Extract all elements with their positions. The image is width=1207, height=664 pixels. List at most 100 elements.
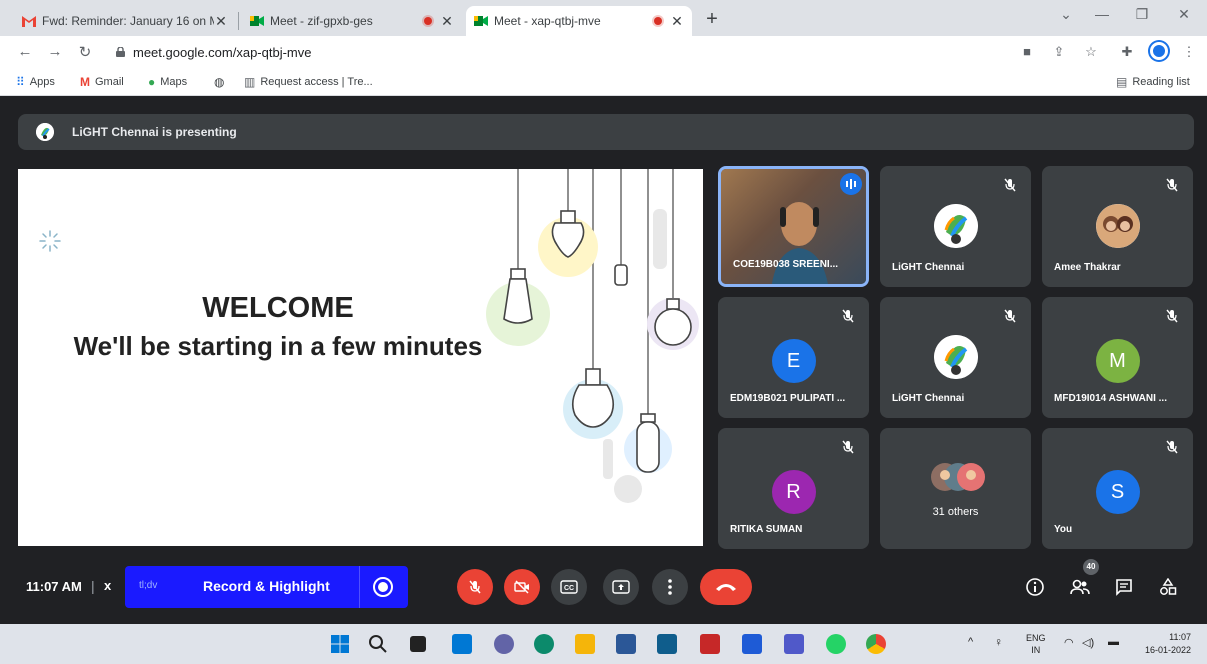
record-highlight-button[interactable]: Record & Highlight xyxy=(203,578,330,594)
bookmark-maps[interactable]: ● Maps xyxy=(148,75,187,89)
bookmark-label: Maps xyxy=(160,76,188,88)
bookmark-star-icon[interactable]: ☆ xyxy=(1082,44,1100,60)
others-tile[interactable]: 31 others xyxy=(880,428,1031,549)
bookmark-globe[interactable]: ◍ xyxy=(214,75,229,89)
mic-off-icon xyxy=(469,580,481,594)
lang-top: ENG xyxy=(1026,633,1046,643)
meeting-details-button[interactable] xyxy=(1023,575,1047,599)
apps-grid-icon: ⠿ xyxy=(16,75,25,89)
lock-icon xyxy=(116,47,125,57)
edge-icon[interactable] xyxy=(534,634,554,654)
back-arrow-icon[interactable]: ← xyxy=(16,43,34,60)
bookmarks-bar: ⠿ Apps M Gmail ● Maps ◍ ▥ Request access… xyxy=(0,68,1207,96)
sparkle-icon xyxy=(39,230,61,252)
cc-icon: CC xyxy=(560,580,578,594)
tab-title: Fwd: Reminder: January 16 on M xyxy=(42,14,214,28)
tray-overflow-icon[interactable]: ^ xyxy=(968,636,973,648)
participant-tile[interactable]: COE19B038 SREENI... xyxy=(718,166,869,287)
profile-avatar[interactable] xyxy=(1150,42,1168,60)
camera-toggle-button[interactable] xyxy=(504,569,540,605)
task-view-icon[interactable] xyxy=(410,636,426,652)
restore-button[interactable]: ❐ xyxy=(1130,6,1154,23)
present-button[interactable] xyxy=(603,569,639,605)
minimize-button[interactable]: — xyxy=(1090,6,1114,22)
svg-text:CC: CC xyxy=(564,585,574,592)
windows-taskbar: ^ ♀ ENG IN ◠ ◁) ▬ 11:07 16-01-2022 xyxy=(0,624,1207,664)
teams-chat-icon[interactable] xyxy=(494,634,514,654)
menu-kebab-icon[interactable]: ⋮ xyxy=(1180,44,1198,60)
tab-title: Meet - xap-qtbj-mve xyxy=(494,14,601,28)
recording-indicator-icon xyxy=(654,17,662,25)
bookmark-label: Request access | Tre... xyxy=(260,76,373,88)
battery-icon[interactable]: ▬ xyxy=(1108,636,1119,648)
volume-icon[interactable]: ◁) xyxy=(1082,636,1094,649)
chat-icon xyxy=(1116,579,1132,596)
people-button[interactable] xyxy=(1068,575,1092,599)
mic-tray-icon[interactable]: ♀ xyxy=(994,635,1003,649)
reload-icon[interactable]: ↻ xyxy=(76,43,94,61)
participant-tile[interactable]: LiGHT Chennai xyxy=(880,166,1031,287)
share-icon[interactable]: ⇪ xyxy=(1050,44,1068,60)
teams-icon[interactable] xyxy=(784,634,804,654)
meet-call: LiGHT Chennai is presenting WELCOME We'l… xyxy=(0,97,1207,624)
hanging-bulbs-illustration xyxy=(486,169,699,503)
bookmark-gmail[interactable]: M Gmail xyxy=(80,75,124,89)
chat-button[interactable] xyxy=(1112,575,1136,599)
close-tab-icon[interactable]: ✕ xyxy=(440,13,454,30)
extensions-puzzle-icon[interactable]: ✚ xyxy=(1118,44,1136,60)
more-options-button[interactable] xyxy=(652,569,688,605)
close-tab-icon[interactable]: ✕ xyxy=(670,13,684,30)
self-tile[interactable]: S You xyxy=(1042,428,1193,549)
language-indicator[interactable]: ENG IN xyxy=(1026,632,1046,656)
mail-icon[interactable] xyxy=(657,634,677,654)
participant-tile[interactable]: Amee Thakrar xyxy=(1042,166,1193,287)
window-close-button[interactable]: ✕ xyxy=(1172,6,1196,23)
participant-name: COE19B038 SREENI... xyxy=(733,259,839,270)
mic-toggle-button[interactable] xyxy=(457,569,493,605)
participant-tile[interactable]: R RITIKA SUMAN xyxy=(718,428,869,549)
tab-gmail[interactable]: Fwd: Reminder: January 16 on M ✕ xyxy=(14,6,236,36)
chrome-icon[interactable] xyxy=(866,634,886,654)
address-bar[interactable]: meet.google.com/xap-qtbj-mve xyxy=(108,39,1008,65)
light-chennai-logo xyxy=(933,204,978,248)
divider xyxy=(359,566,360,608)
presenting-banner: LiGHT Chennai is presenting xyxy=(18,114,1194,150)
participant-tile[interactable]: E EDM19B021 PULIPATI ... xyxy=(718,297,869,418)
participant-name: MFD19I014 ASHWANI ... xyxy=(1054,393,1167,404)
widgets-icon[interactable] xyxy=(452,634,472,654)
whatsapp-icon[interactable] xyxy=(826,634,846,654)
close-extension-button[interactable]: x xyxy=(104,578,111,593)
forward-arrow-icon[interactable]: → xyxy=(46,43,64,60)
reading-list-button[interactable]: ▤ Reading list xyxy=(1116,75,1190,89)
mcafee-icon[interactable] xyxy=(700,634,720,654)
participant-tile[interactable]: M MFD19I014 ASHWANI ... xyxy=(1042,297,1193,418)
tab-meet-xap[interactable]: Meet - xap-qtbj-mve ✕ xyxy=(466,6,692,36)
app-l-icon[interactable] xyxy=(742,634,762,654)
bookmark-apps[interactable]: ⠿ Apps xyxy=(16,75,55,89)
tab-search-icon[interactable]: ⌄ xyxy=(1054,6,1078,23)
tab-meet-zif[interactable]: Meet - zif-gpxb-ges ✕ xyxy=(242,6,462,36)
leave-call-button[interactable] xyxy=(700,569,752,605)
present-screen-icon xyxy=(612,580,630,594)
wifi-icon[interactable]: ◠ xyxy=(1064,636,1074,649)
captions-button[interactable]: CC xyxy=(551,569,587,605)
clock-time: 11:07 xyxy=(1169,632,1191,642)
system-clock[interactable]: 11:07 16-01-2022 xyxy=(1145,631,1191,657)
windows-start-icon[interactable] xyxy=(330,634,350,654)
file-explorer-icon[interactable] xyxy=(575,634,595,654)
recording-indicator-icon xyxy=(424,17,432,25)
slide-subtitle: We'll be starting in a few minutes xyxy=(73,331,483,361)
new-tab-button[interactable]: + xyxy=(700,8,724,31)
slide-title: WELCOME xyxy=(202,292,354,324)
participant-tile[interactable]: LiGHT Chennai xyxy=(880,297,1031,418)
bookmark-request-access[interactable]: ▥ Request access | Tre... xyxy=(244,75,373,89)
record-icon[interactable] xyxy=(373,577,393,597)
activities-button[interactable] xyxy=(1156,575,1180,599)
store-icon[interactable] xyxy=(616,634,636,654)
avatar: R xyxy=(771,470,816,514)
search-icon[interactable] xyxy=(368,634,388,654)
mic-off-icon xyxy=(1166,440,1178,454)
camera-in-use-icon[interactable]: ■ xyxy=(1018,44,1036,59)
globe-icon: ◍ xyxy=(214,75,225,89)
close-tab-icon[interactable]: ✕ xyxy=(214,13,228,30)
